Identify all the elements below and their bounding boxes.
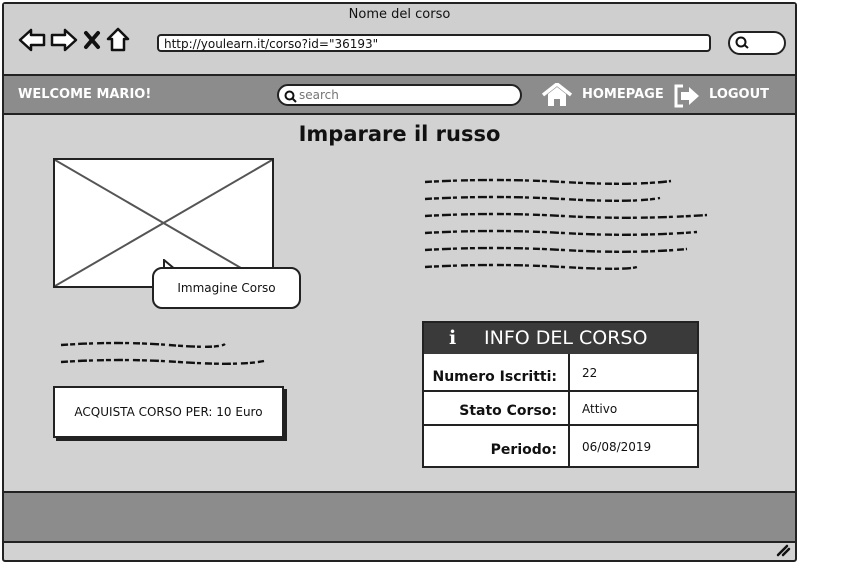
close-icon[interactable] [82, 27, 102, 53]
address-bar[interactable]: http://youlearn.it/corso?id="36193" [157, 34, 711, 52]
info-table-header: i INFO DEL CORSO [424, 323, 697, 354]
home-icon[interactable] [106, 27, 130, 53]
buy-course-button[interactable]: ACQUISTA CORSO PER: 10 Euro [53, 386, 284, 438]
homepage-link[interactable]: HOMEPAGE [582, 87, 664, 102]
page-footer [4, 491, 795, 543]
course-info-table: i INFO DEL CORSO Numero Iscritti: 22 Sta… [422, 321, 699, 468]
logout-icon[interactable] [672, 83, 702, 109]
info-icon: i [449, 327, 457, 349]
browser-search-button[interactable] [728, 31, 786, 55]
search-icon [735, 36, 749, 49]
welcome-text: WELCOME MARIO! [18, 87, 152, 102]
search-box[interactable] [277, 84, 522, 106]
column-divider [568, 354, 570, 466]
window-title: Nome del corso [348, 7, 451, 22]
value-period: 06/08/2019 [582, 440, 652, 454]
row-divider [424, 424, 697, 426]
label-status: Stato Corso: [459, 403, 557, 419]
logout-link[interactable]: LOGOUT [709, 87, 769, 102]
browser-window: Nome del corso http://youlearn.it/corso?… [2, 2, 797, 562]
course-description-placeholder [424, 178, 708, 270]
value-status: Attivo [582, 402, 618, 416]
label-period: Periodo: [490, 442, 557, 458]
label-enrolled: Numero Iscritti: [432, 369, 558, 385]
course-short-text-placeholder [60, 341, 265, 365]
nav-controls [18, 26, 130, 54]
resize-grip-icon[interactable] [775, 543, 791, 557]
top-menu-bar: WELCOME MARIO! HOMEPAGE LOGOUT [4, 76, 795, 115]
search-icon [284, 90, 297, 103]
row-divider [424, 390, 697, 392]
search-input[interactable] [299, 87, 499, 103]
value-enrolled: 22 [582, 366, 598, 380]
browser-titlebar: Nome del corso http://youlearn.it/corso?… [4, 4, 795, 76]
back-arrow-icon[interactable] [18, 27, 46, 53]
page-title: Imparare il russo [298, 122, 501, 146]
forward-arrow-icon[interactable] [50, 27, 78, 53]
home-icon[interactable] [541, 83, 573, 107]
image-caption-callout: Immagine Corso [152, 267, 301, 309]
info-table-title: INFO DEL CORSO [484, 327, 648, 349]
